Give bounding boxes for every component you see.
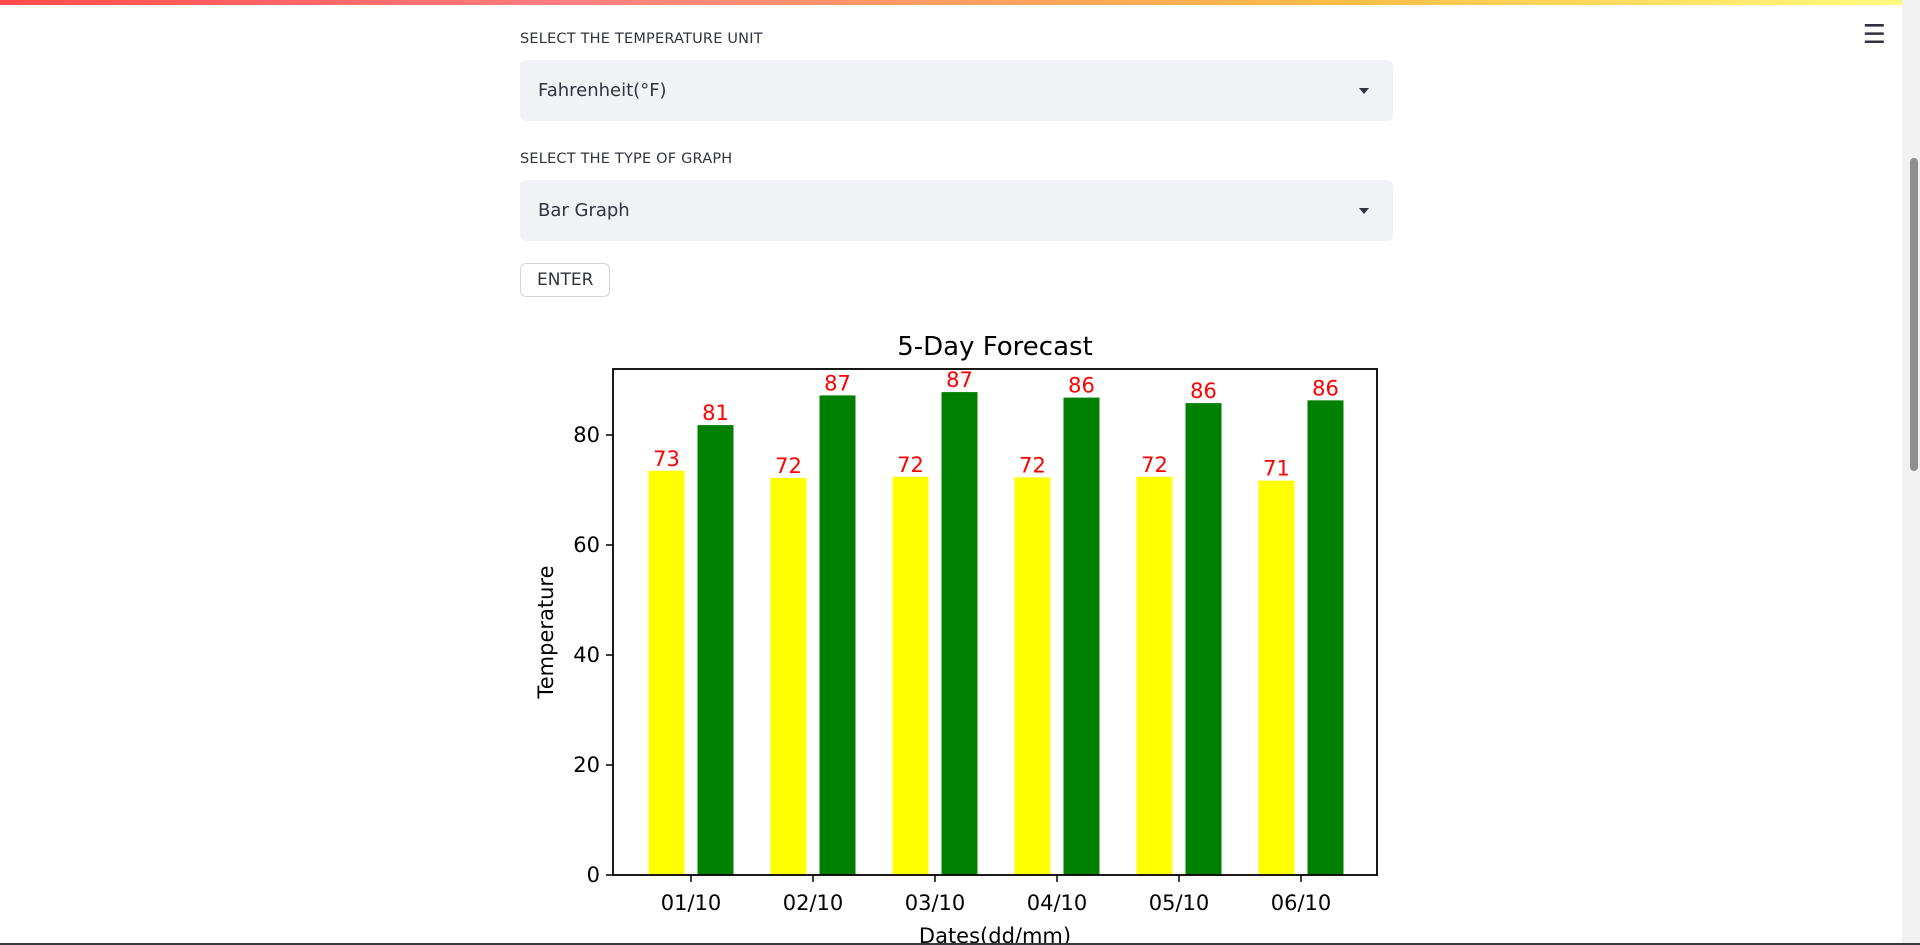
data-label: 86: [1190, 379, 1217, 403]
bar: [1014, 477, 1051, 875]
graph-type-select[interactable]: Bar Graph: [520, 180, 1393, 241]
forecast-chart: 5-Day Forecast 0 20 40 60 80 73 81 01/10 72 87 02/1…: [534, 332, 1378, 945]
bar: [648, 470, 685, 875]
x-tick-label: 02/10: [783, 891, 844, 915]
x-tick-label: 06/10: [1271, 891, 1332, 915]
graph-type-label: SELECT THE TYPE OF GRAPH: [520, 151, 733, 167]
x-axis-label: Dates(dd/mm): [919, 924, 1071, 945]
enter-button[interactable]: ENTER: [520, 263, 611, 297]
y-tick-label: 0: [587, 863, 600, 887]
bar: [1063, 397, 1100, 875]
data-label: 72: [897, 453, 924, 477]
bar: [1136, 476, 1173, 875]
scrollbar-thumb[interactable]: [1910, 158, 1918, 471]
data-label: 86: [1312, 376, 1339, 400]
data-label: 87: [824, 371, 851, 395]
bar: [770, 477, 807, 875]
data-label: 71: [1263, 457, 1290, 481]
x-tick-label: 05/10: [1149, 891, 1210, 915]
data-label: 72: [1019, 453, 1046, 477]
y-tick-label: 20: [573, 753, 600, 777]
caret-down-icon: [1359, 208, 1369, 214]
bar: [1258, 480, 1295, 875]
top-accent-bar: [0, 0, 1920, 5]
chart-title: 5-Day Forecast: [897, 332, 1093, 362]
data-label: 87: [946, 368, 973, 392]
x-tick-label: 03/10: [905, 891, 966, 915]
graph-type-value: Bar Graph: [538, 200, 630, 221]
y-tick-label: 80: [573, 423, 600, 447]
x-tick-label: 01/10: [661, 891, 722, 915]
bar: [941, 392, 978, 875]
data-label: 86: [1068, 374, 1095, 398]
data-label: 81: [702, 401, 729, 425]
data-label: 73: [653, 447, 680, 471]
bar: [1307, 400, 1344, 875]
temperature-unit-value: Fahrenheit(°F): [538, 80, 667, 101]
bar: [892, 476, 929, 875]
scrollbar-track[interactable]: [1902, 0, 1920, 945]
temperature-unit-select[interactable]: Fahrenheit(°F): [520, 60, 1393, 121]
y-axis-label: Temperature: [534, 565, 558, 699]
caret-down-icon: [1359, 88, 1369, 94]
data-label: 72: [1141, 453, 1168, 477]
bar: [697, 425, 734, 875]
y-tick-label: 40: [573, 643, 600, 667]
data-label: 72: [775, 454, 802, 478]
hamburger-menu-icon[interactable]: ☰: [1863, 22, 1886, 48]
x-tick-label: 04/10: [1027, 891, 1088, 915]
bar: [1185, 403, 1222, 875]
bar: [819, 395, 856, 875]
y-tick-label: 60: [573, 533, 600, 557]
temperature-unit-label: SELECT THE TEMPERATURE UNIT: [520, 31, 763, 47]
